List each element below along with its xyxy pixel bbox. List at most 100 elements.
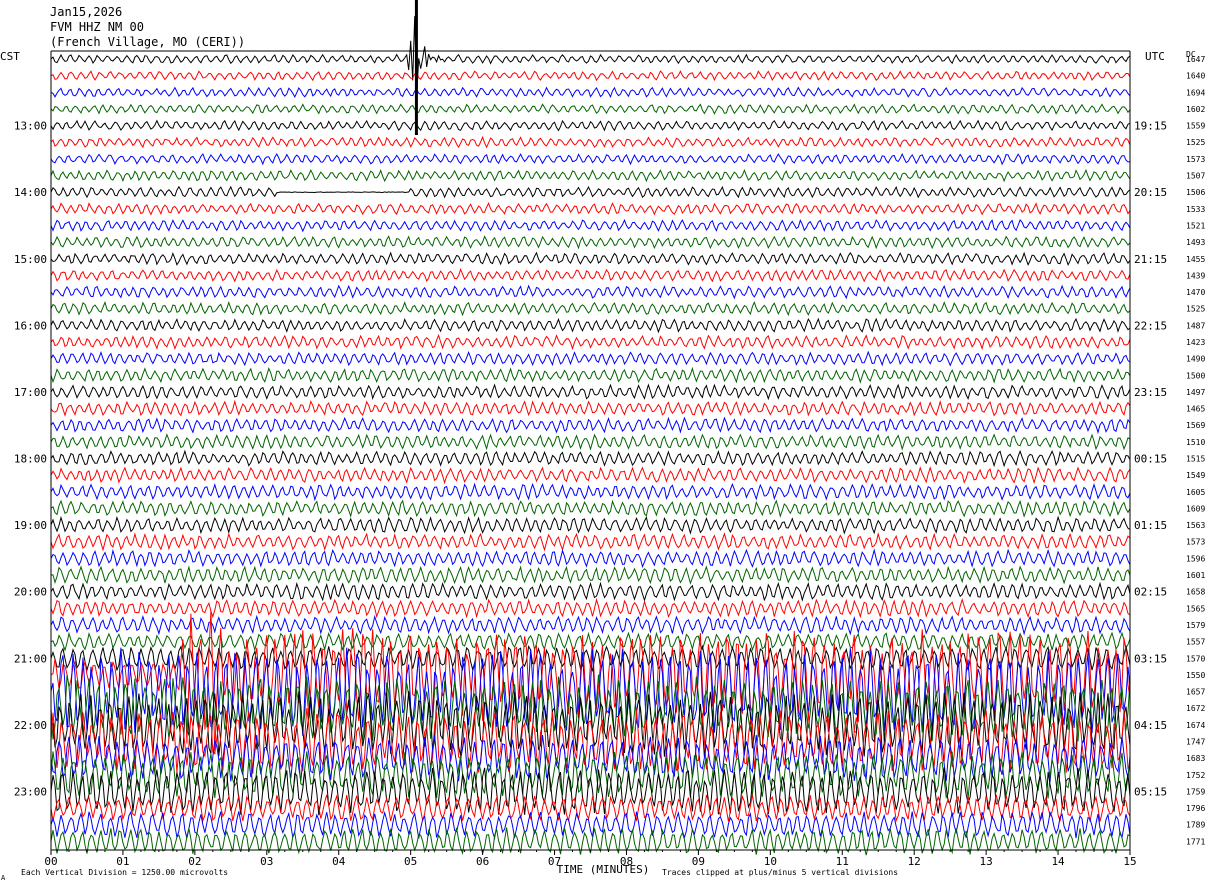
scale-note: Each Vertical Division = 1250.00 microvo… bbox=[21, 868, 228, 877]
trace-line bbox=[50, 152, 1131, 166]
dc-offset-value: 1570 bbox=[1186, 654, 1205, 663]
axis-labels: 00 01 02 03 04 05 06 07 08 09 10 11 12 13 14 15TIME (MI… bbox=[0, 50, 1205, 882]
trace-line bbox=[50, 70, 1131, 82]
trace-line bbox=[50, 810, 1131, 840]
dc-offset-value: 1506 bbox=[1186, 188, 1205, 197]
dc-offset-value: 1789 bbox=[1186, 821, 1205, 830]
dc-offset-value: 1497 bbox=[1186, 388, 1205, 397]
trace-line bbox=[50, 135, 1131, 149]
trace-line bbox=[50, 350, 1131, 367]
utc-hour-label: 01:15 bbox=[1134, 519, 1167, 532]
x-tick-label: 13 bbox=[980, 855, 993, 868]
trace-line bbox=[50, 532, 1131, 552]
dc-offset-value: 1658 bbox=[1186, 588, 1205, 597]
trace-line bbox=[50, 284, 1131, 300]
cst-hour-label: 19:00 bbox=[14, 519, 47, 532]
trace-line bbox=[50, 499, 1131, 518]
dc-offset-value: 1439 bbox=[1186, 271, 1205, 280]
trace-line bbox=[50, 86, 1131, 99]
dc-offset-value: 1493 bbox=[1186, 238, 1205, 247]
dc-offset-value: 1557 bbox=[1186, 638, 1205, 647]
dc-offset-value: 1515 bbox=[1186, 455, 1205, 464]
dc-offset-value: 1521 bbox=[1186, 221, 1205, 230]
dc-offset-value: 1759 bbox=[1186, 787, 1205, 796]
dc-offset-value: 1550 bbox=[1186, 671, 1205, 680]
trace-line bbox=[50, 202, 1131, 216]
cst-hour-label: 21:00 bbox=[14, 652, 47, 665]
trace-line bbox=[50, 366, 1131, 384]
utc-label: UTC bbox=[1145, 50, 1165, 63]
x-tick-label: 09 bbox=[692, 855, 705, 868]
dc-offset-value: 1771 bbox=[1186, 837, 1205, 846]
dc-offset-value: 1487 bbox=[1186, 321, 1205, 330]
cst-hour-label: 18:00 bbox=[14, 453, 47, 466]
x-tick-label: 15 bbox=[1123, 855, 1136, 868]
trace-line bbox=[50, 548, 1131, 569]
dc-offset-value: 1596 bbox=[1186, 554, 1205, 563]
trace-line bbox=[50, 218, 1131, 233]
dc-offset-value: 1507 bbox=[1186, 172, 1205, 181]
x-tick-label: 05 bbox=[404, 855, 417, 868]
dc-offset-value: 1752 bbox=[1186, 771, 1205, 780]
trace-line bbox=[50, 119, 1131, 132]
dc-offset-value: 1609 bbox=[1186, 504, 1205, 513]
utc-hour-label: 21:15 bbox=[1134, 253, 1167, 266]
dc-offset-value: 1647 bbox=[1186, 55, 1205, 64]
x-tick-label: 01 bbox=[116, 855, 129, 868]
dc-offset-value: 1455 bbox=[1186, 255, 1205, 264]
cst-hour-label: 22:00 bbox=[14, 719, 47, 732]
dc-offset-value: 1525 bbox=[1186, 305, 1205, 314]
seismic-traces bbox=[50, 0, 1131, 856]
trace-line bbox=[50, 466, 1131, 485]
trace-line bbox=[50, 235, 1131, 250]
trace-line bbox=[50, 333, 1131, 351]
utc-hour-label: 02:15 bbox=[1134, 586, 1167, 599]
trace-line bbox=[50, 614, 1131, 636]
trace-line bbox=[50, 317, 1131, 334]
trace-line bbox=[50, 267, 1131, 283]
x-tick-label: 10 bbox=[764, 855, 777, 868]
x-tick-label: 12 bbox=[908, 855, 921, 868]
trace-line bbox=[50, 597, 1131, 619]
dc-offset-value: 1796 bbox=[1186, 804, 1205, 813]
trace-line bbox=[50, 416, 1131, 435]
utc-hour-label: 03:15 bbox=[1134, 652, 1167, 665]
dc-offset-value: 1674 bbox=[1186, 721, 1205, 730]
utc-hour-label: 00:15 bbox=[1134, 453, 1167, 466]
dc-offset-value: 1747 bbox=[1186, 737, 1205, 746]
utc-hour-label: 23:15 bbox=[1134, 386, 1167, 399]
utc-hour-label: 20:15 bbox=[1134, 186, 1167, 199]
dc-offset-value: 1565 bbox=[1186, 604, 1205, 613]
x-tick-label: 00 bbox=[44, 855, 57, 868]
x-tick-label: 14 bbox=[1051, 855, 1065, 868]
trace-line bbox=[50, 16, 1131, 97]
trace-line bbox=[50, 103, 1131, 115]
trace-line bbox=[50, 168, 1131, 183]
dc-offset-value: 1601 bbox=[1186, 571, 1205, 580]
cst-hour-label: 13:00 bbox=[14, 120, 47, 133]
x-axis-title: TIME (MINUTES) bbox=[557, 863, 650, 876]
trace-line bbox=[50, 185, 1131, 199]
dc-offset-value: 1672 bbox=[1186, 704, 1205, 713]
x-tick-label: 11 bbox=[836, 855, 849, 868]
utc-hour-label: 19:15 bbox=[1134, 120, 1167, 133]
dc-offset-value: 1549 bbox=[1186, 471, 1205, 480]
dc-offset-value: 1657 bbox=[1186, 688, 1205, 697]
dc-offset-value: 1683 bbox=[1186, 754, 1205, 763]
dc-offset-value: 1640 bbox=[1186, 72, 1205, 81]
dc-offset-value: 1500 bbox=[1186, 371, 1205, 380]
dc-offset-value: 1602 bbox=[1186, 105, 1205, 114]
cst-hour-label: 16:00 bbox=[14, 319, 47, 332]
helicorder-plot: 00 01 02 03 04 05 06 07 08 09 10 11 12 13 14 15TIME (MI… bbox=[0, 0, 1205, 882]
dc-offset-value: 1579 bbox=[1186, 621, 1205, 630]
cst-label: CST bbox=[0, 50, 20, 63]
dc-offset-value: 1525 bbox=[1186, 138, 1205, 147]
trace-line bbox=[50, 300, 1131, 317]
trace-line bbox=[50, 515, 1131, 535]
dc-offset-value: 1573 bbox=[1186, 538, 1205, 547]
dc-offset-value: 1569 bbox=[1186, 421, 1205, 430]
dc-offset-value: 1573 bbox=[1186, 155, 1205, 164]
cst-hour-label: 23:00 bbox=[14, 785, 47, 798]
dc-offset-value: 1423 bbox=[1186, 338, 1205, 347]
dc-offset-value: 1490 bbox=[1186, 355, 1205, 364]
